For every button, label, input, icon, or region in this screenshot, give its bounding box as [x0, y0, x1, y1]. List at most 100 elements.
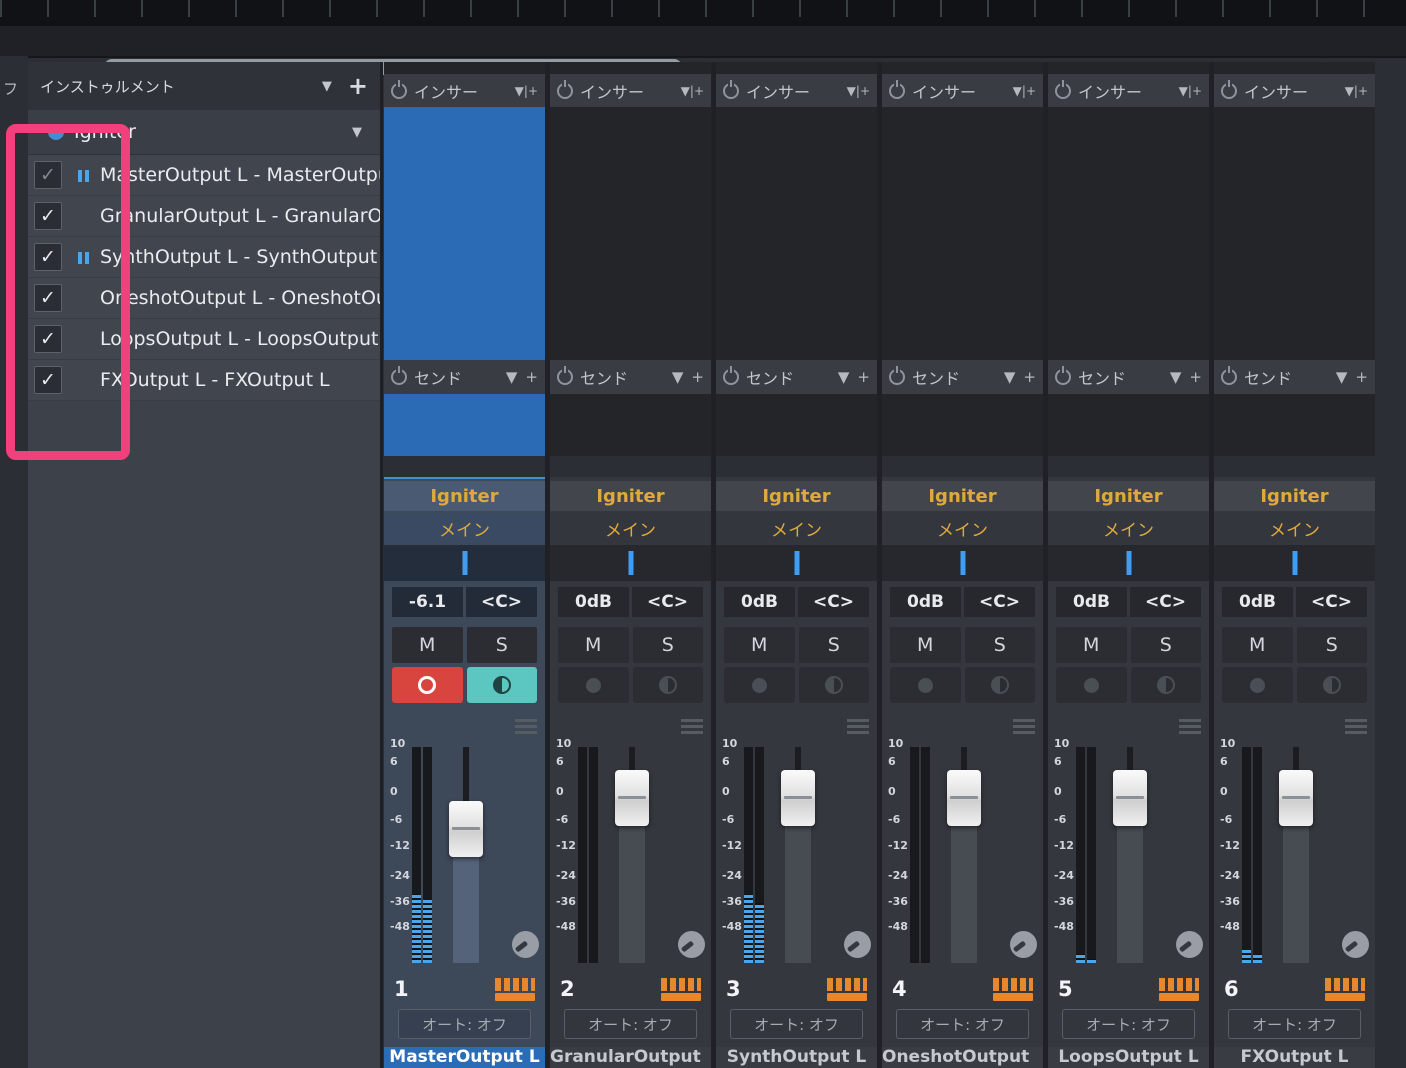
record-arm-button[interactable] [724, 667, 795, 703]
volume-value[interactable]: 0dB [724, 587, 795, 617]
instrument-name-button[interactable]: Igniter [716, 481, 877, 511]
pan-slider[interactable] [384, 545, 545, 581]
inserts-power-icon[interactable] [1221, 82, 1237, 99]
inserts-slot-area[interactable] [384, 107, 545, 360]
sends-slot-area[interactable] [384, 394, 545, 456]
record-arm-button[interactable] [392, 667, 463, 703]
strip-options-icon[interactable] [515, 719, 537, 734]
volume-value[interactable]: 0dB [558, 587, 629, 617]
fader-handle[interactable] [947, 770, 981, 826]
inserts-power-icon[interactable] [557, 82, 573, 99]
output-bus-button[interactable]: メイン [550, 513, 711, 543]
volume-value[interactable]: 0dB [1056, 587, 1127, 617]
sends-power-icon[interactable] [723, 369, 739, 385]
mute-button[interactable]: M [724, 627, 795, 663]
output-bus-button[interactable]: メイン [384, 513, 545, 543]
monitor-button[interactable] [632, 667, 703, 703]
volume-value[interactable]: 0dB [1222, 587, 1293, 617]
pan-knob-icon[interactable] [844, 931, 871, 958]
inserts-power-icon[interactable] [391, 82, 407, 99]
mute-button[interactable]: M [558, 627, 629, 663]
pan-slider-handle[interactable] [462, 551, 467, 575]
automation-mode-button[interactable]: オート: オフ [1062, 1009, 1195, 1039]
pan-slider[interactable] [716, 545, 877, 581]
fader-handle[interactable] [615, 770, 649, 826]
pan-knob-icon[interactable] [1342, 931, 1369, 958]
output-enable-checkbox[interactable]: ✓ [34, 325, 62, 353]
sends-collapse-icon[interactable]: ▼ [672, 368, 684, 386]
pan-slider[interactable] [882, 545, 1043, 581]
volume-fader[interactable] [774, 747, 822, 963]
inserts-menu-icons[interactable]: ▼|+ [681, 84, 704, 98]
fader-handle[interactable] [781, 770, 815, 826]
sends-collapse-icon[interactable]: ▼ [1336, 368, 1348, 386]
mute-button[interactable]: M [1222, 627, 1293, 663]
instrument-name-button[interactable]: Igniter [550, 481, 711, 511]
inserts-slot-area[interactable] [716, 107, 877, 360]
pan-slider[interactable] [1214, 545, 1375, 581]
solo-button[interactable]: S [632, 627, 703, 663]
add-instrument-button[interactable]: + [348, 74, 368, 98]
inserts-power-icon[interactable] [889, 82, 905, 99]
solo-button[interactable]: S [1130, 627, 1201, 663]
strip-options-icon[interactable] [1345, 719, 1367, 734]
volume-fader[interactable] [1272, 747, 1320, 963]
volume-fader[interactable] [1106, 747, 1154, 963]
strip-options-icon[interactable] [1179, 719, 1201, 734]
pan-value[interactable]: <C> [1296, 587, 1367, 617]
pan-slider-handle[interactable] [1126, 551, 1131, 575]
pan-slider-handle[interactable] [1292, 551, 1297, 575]
sends-add-icon[interactable]: + [1023, 368, 1036, 386]
pan-value[interactable]: <C> [798, 587, 869, 617]
instrument-name-button[interactable]: Igniter [1214, 481, 1375, 511]
channel-name-label[interactable]: OneshotOutput L [882, 1047, 1043, 1068]
fader-handle[interactable] [1113, 770, 1147, 826]
inserts-power-icon[interactable] [723, 82, 739, 99]
sends-power-icon[interactable] [391, 369, 407, 385]
keyboard-icon[interactable] [1159, 977, 1199, 1001]
solo-button[interactable]: S [798, 627, 869, 663]
automation-mode-button[interactable]: オート: オフ [896, 1009, 1029, 1039]
volume-fader[interactable] [608, 747, 656, 963]
monitor-button[interactable] [964, 667, 1035, 703]
channel-name-label[interactable]: LoopsOutput L [1048, 1047, 1209, 1068]
instrument-name-button[interactable]: Igniter [882, 481, 1043, 511]
sends-add-icon[interactable]: + [857, 368, 870, 386]
inserts-menu-icons[interactable]: ▼|+ [1345, 84, 1368, 98]
strip-options-icon[interactable] [847, 719, 869, 734]
solo-button[interactable]: S [964, 627, 1035, 663]
instrument-collapse-icon[interactable]: ▼ [352, 125, 362, 140]
sends-collapse-icon[interactable]: ▼ [838, 368, 850, 386]
record-arm-button[interactable] [1222, 667, 1293, 703]
inserts-slot-area[interactable] [1048, 107, 1209, 360]
sends-add-icon[interactable]: + [1189, 368, 1202, 386]
monitor-button[interactable] [466, 667, 537, 703]
monitor-button[interactable] [1130, 667, 1201, 703]
keyboard-icon[interactable] [993, 977, 1033, 1001]
sends-slot-area[interactable] [1048, 394, 1209, 456]
keyboard-icon[interactable] [1325, 977, 1365, 1001]
fader-handle[interactable] [449, 800, 483, 857]
pan-slider-handle[interactable] [794, 551, 799, 575]
sends-collapse-icon[interactable]: ▼ [506, 368, 518, 386]
channel-name-label[interactable]: GranularOutput L [550, 1047, 711, 1068]
output-enable-checkbox[interactable]: ✓ [34, 366, 62, 394]
automation-mode-button[interactable]: オート: オフ [730, 1009, 863, 1039]
output-bus-button[interactable]: メイン [1048, 513, 1209, 543]
pan-knob-icon[interactable] [512, 931, 539, 958]
sends-slot-area[interactable] [550, 394, 711, 456]
sends-collapse-icon[interactable]: ▼ [1170, 368, 1182, 386]
pan-slider-handle[interactable] [960, 551, 965, 575]
volume-value[interactable]: -6.1 [392, 587, 463, 617]
solo-button[interactable]: S [1296, 627, 1367, 663]
output-enable-checkbox[interactable]: ✓ [34, 284, 62, 312]
inserts-slot-area[interactable] [550, 107, 711, 360]
sends-add-icon[interactable]: + [1355, 368, 1368, 386]
output-bus-button[interactable]: メイン [1214, 513, 1375, 543]
pan-slider[interactable] [1048, 545, 1209, 581]
sends-add-icon[interactable]: + [525, 368, 538, 386]
sends-power-icon[interactable] [1221, 369, 1237, 385]
volume-fader[interactable] [940, 747, 988, 963]
keyboard-icon[interactable] [827, 977, 867, 1001]
sends-slot-area[interactable] [716, 394, 877, 456]
